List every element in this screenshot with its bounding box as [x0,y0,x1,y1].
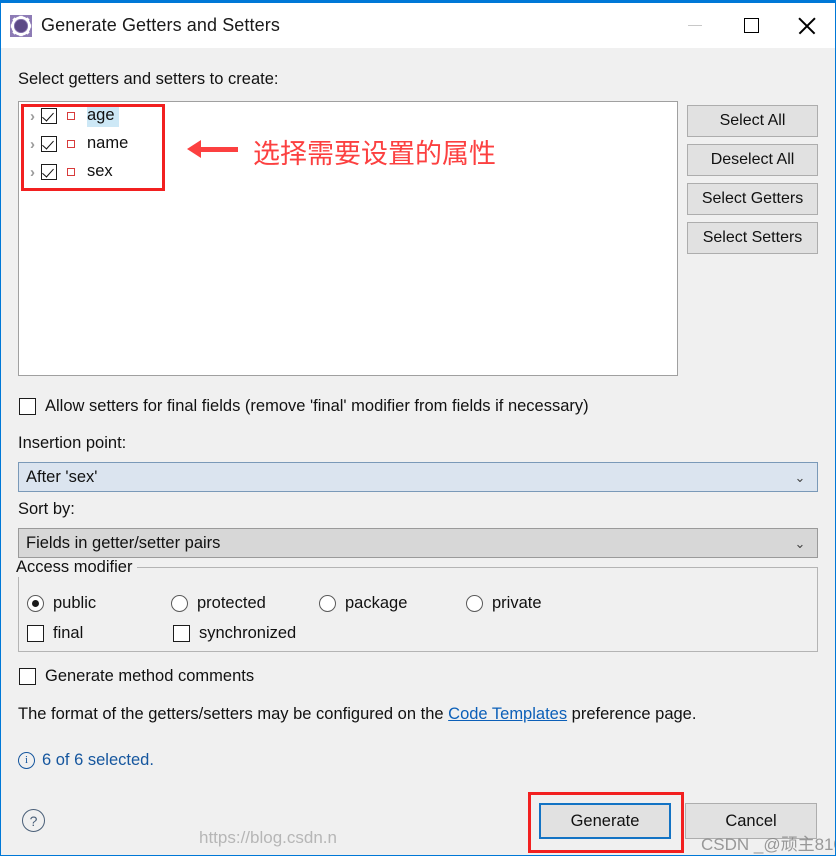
format-note-suffix: preference page. [567,705,697,723]
field-icon [67,140,75,148]
chevron-right-icon[interactable]: › [24,137,41,152]
code-templates-link[interactable]: Code Templates [448,705,567,723]
status-text: 6 of 6 selected. [42,751,154,769]
radio-private[interactable]: private [466,594,542,613]
annotation-arrow [187,140,245,158]
page-title: Select getters and setters to create: [18,70,279,88]
maximize-button[interactable] [723,3,779,48]
table-row[interactable]: › age [19,102,677,130]
insertion-point-value: After 'sex' [26,467,98,486]
arrow-head-icon [187,140,201,158]
chevron-down-icon: ⌄ [794,469,806,485]
maximize-icon [743,18,759,33]
sort-by-select[interactable]: Fields in getter/setter pairs ⌄ [18,528,818,558]
minimize-button[interactable] [667,3,723,48]
radio-label: public [53,594,97,612]
radio-label: package [345,594,408,612]
radio-package[interactable]: package [319,594,407,613]
select-all-button[interactable]: Select All [687,105,818,137]
synchronized-checkbox[interactable]: synchronized [173,624,296,643]
radio-button [27,595,44,612]
radio-protected[interactable]: protected [171,594,266,613]
row-checkbox[interactable] [41,164,57,180]
status-message: i 6 of 6 selected. [18,751,154,770]
generate-getters-setters-dialog: Generate Getters and Setters Select gett… [0,0,836,856]
watermark-url: https://blog.csdn.n [199,828,337,847]
sort-by-label: Sort by: [18,500,75,518]
radio-label: private [492,594,542,612]
generate-button[interactable]: Generate [539,803,671,839]
info-icon: i [18,752,35,769]
window-title: Generate Getters and Setters [41,15,280,35]
generate-comments-checkbox[interactable]: Generate method comments [19,667,254,686]
synchronized-label: synchronized [199,624,297,642]
field-label: name [87,134,129,152]
format-note-prefix: The format of the getters/setters may be… [18,705,449,723]
allow-final-setters-label: Allow setters for final fields (remove '… [45,397,589,415]
insertion-point-label: Insertion point: [18,434,127,452]
title-bar: Generate Getters and Setters [1,3,835,48]
select-setters-button[interactable]: Select Setters [687,222,818,254]
allow-final-setters-checkbox[interactable]: Allow setters for final fields (remove '… [19,397,589,416]
checkbox-box [27,625,44,642]
row-checkbox[interactable] [41,136,57,152]
checkbox-box [19,398,36,415]
close-button[interactable] [779,3,835,48]
field-label: age [87,105,119,127]
generate-comments-label: Generate method comments [45,667,255,685]
select-getters-button[interactable]: Select Getters [687,183,818,215]
cancel-button[interactable]: Cancel [685,803,817,839]
gear-icon [10,14,32,37]
checkbox-box [173,625,190,642]
radio-public[interactable]: public [27,594,96,613]
arrow-shaft [200,146,238,152]
field-icon [67,168,75,176]
help-icon[interactable]: ? [22,809,45,832]
chevron-right-icon[interactable]: › [24,165,41,180]
field-icon [67,112,75,120]
sort-by-value: Fields in getter/setter pairs [26,533,221,552]
final-checkbox[interactable]: final [27,624,83,643]
chevron-down-icon: ⌄ [794,535,806,551]
deselect-all-button[interactable]: Deselect All [687,144,818,176]
access-modifier-title: Access modifier [11,558,138,577]
chevron-right-icon[interactable]: › [24,109,41,124]
format-note: The format of the getters/setters may be… [18,705,696,724]
annotation-text-fields: 选择需要设置的属性 [253,139,496,170]
row-checkbox[interactable] [41,108,57,124]
final-label: final [53,624,84,642]
radio-button [466,595,483,612]
insertion-point-select[interactable]: After 'sex' ⌄ [18,462,818,492]
radio-button [171,595,188,612]
field-label: sex [87,162,113,180]
checkbox-box [19,668,36,685]
minimize-icon [688,25,702,26]
access-modifier-group [18,567,818,652]
radio-button [319,595,336,612]
radio-label: protected [197,594,266,612]
window-controls [667,3,835,48]
close-icon [796,15,818,37]
